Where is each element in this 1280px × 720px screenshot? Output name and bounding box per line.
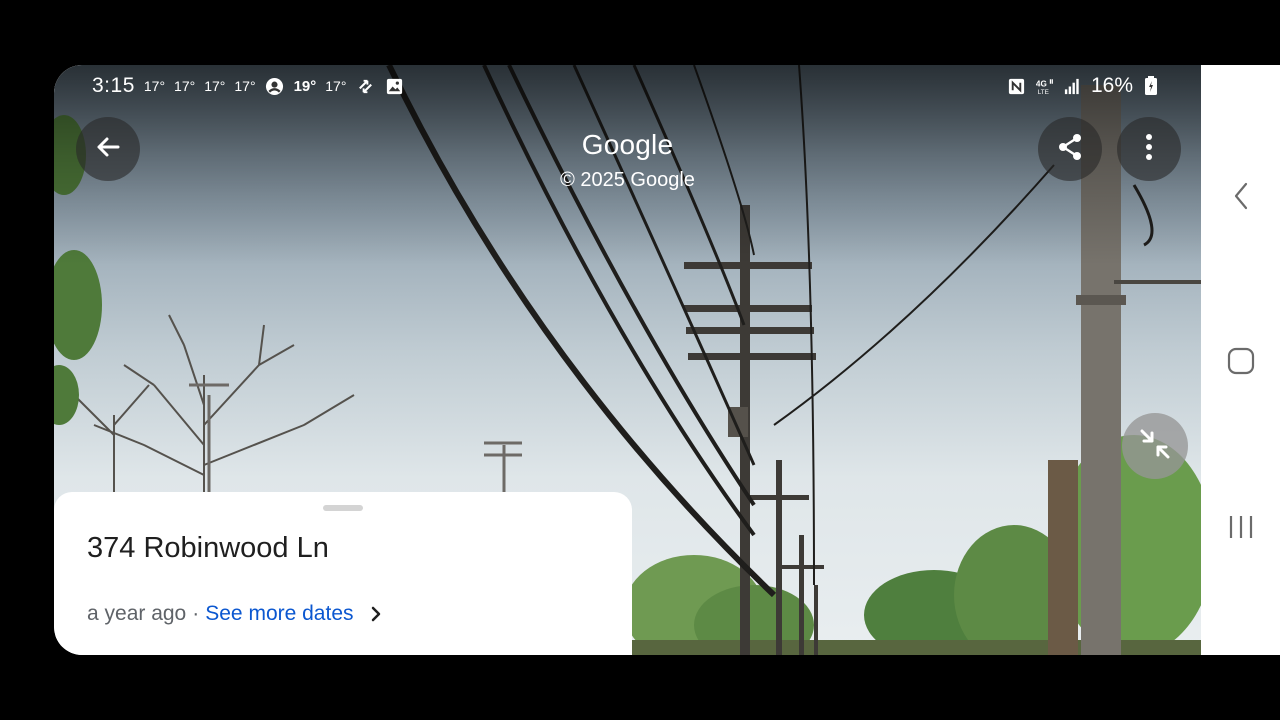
- arrow-back-icon: [93, 132, 123, 167]
- page-title: Google: [581, 129, 674, 160]
- collapse-icon: [1138, 427, 1172, 466]
- image-icon: [384, 76, 404, 96]
- status-left: 3:15 17° 17° 17° 17° 19° 17°: [92, 74, 404, 98]
- clock: 3:15: [92, 74, 135, 97]
- signal-icon: [1063, 76, 1083, 96]
- share-icon: [1054, 131, 1086, 168]
- more-options-button[interactable]: [1117, 117, 1181, 181]
- battery-charging-icon: [1141, 76, 1161, 96]
- address-title: 374 Robinwood Ln: [87, 532, 329, 564]
- more-vert-icon: [1144, 132, 1154, 167]
- nav-recents-icon: [1227, 513, 1255, 546]
- chevron-right-icon[interactable]: [370, 605, 382, 623]
- street-view-panorama[interactable]: 3:15 17° 17° 17° 17° 19° 17° 4G LTE 16% …: [54, 65, 1201, 655]
- capture-date: a year ago: [87, 602, 187, 625]
- nav-home-icon: [1227, 347, 1255, 380]
- weather-temp: 17°: [143, 78, 166, 94]
- weather-temp: 17°: [174, 78, 196, 94]
- see-more-dates-link[interactable]: See more dates: [205, 602, 353, 626]
- stadium-light: [189, 383, 522, 495]
- copyright-text: © 2025 Google: [560, 169, 695, 191]
- location-card[interactable]: 374 Robinwood Ln a year ago · See more d…: [54, 492, 632, 655]
- svg-text:4G: 4G: [1036, 79, 1047, 88]
- nav-back-button[interactable]: [1223, 180, 1259, 216]
- nav-home-button[interactable]: [1223, 345, 1259, 381]
- separator: ·: [192, 602, 200, 625]
- weather-temp-current: 19°: [293, 77, 317, 95]
- share-button[interactable]: [1038, 117, 1102, 181]
- back-button[interactable]: [76, 117, 140, 181]
- status-bar: 3:15 17° 17° 17° 17° 19° 17° 4G LTE 16%: [54, 65, 1201, 105]
- 4g-lte-icon: 4G LTE: [1035, 76, 1055, 96]
- sync-icon: [355, 76, 375, 96]
- svg-text:LTE: LTE: [1038, 88, 1049, 95]
- header-title: Google © 2025 Google: [524, 129, 731, 192]
- drag-handle[interactable]: [323, 505, 363, 511]
- exit-fullscreen-button[interactable]: [1122, 413, 1188, 479]
- date-row: a year ago · See more dates: [87, 602, 382, 626]
- system-nav-bar: [1201, 65, 1280, 655]
- nav-back-icon: [1231, 181, 1251, 216]
- nav-recents-button[interactable]: [1223, 511, 1259, 547]
- phone-screen: 3:15 17° 17° 17° 17° 19° 17° 4G LTE 16% …: [54, 65, 1280, 655]
- weather-temp: 17°: [204, 78, 226, 94]
- weather-temp: 17°: [325, 78, 347, 94]
- battery-percent: 16%: [1090, 74, 1133, 97]
- bare-tree: [73, 314, 355, 495]
- nfc-icon: [1007, 76, 1027, 96]
- status-right: 4G LTE 16%: [1007, 74, 1161, 98]
- weather-temp: 17°: [234, 78, 256, 94]
- account-circle-icon: [265, 76, 285, 96]
